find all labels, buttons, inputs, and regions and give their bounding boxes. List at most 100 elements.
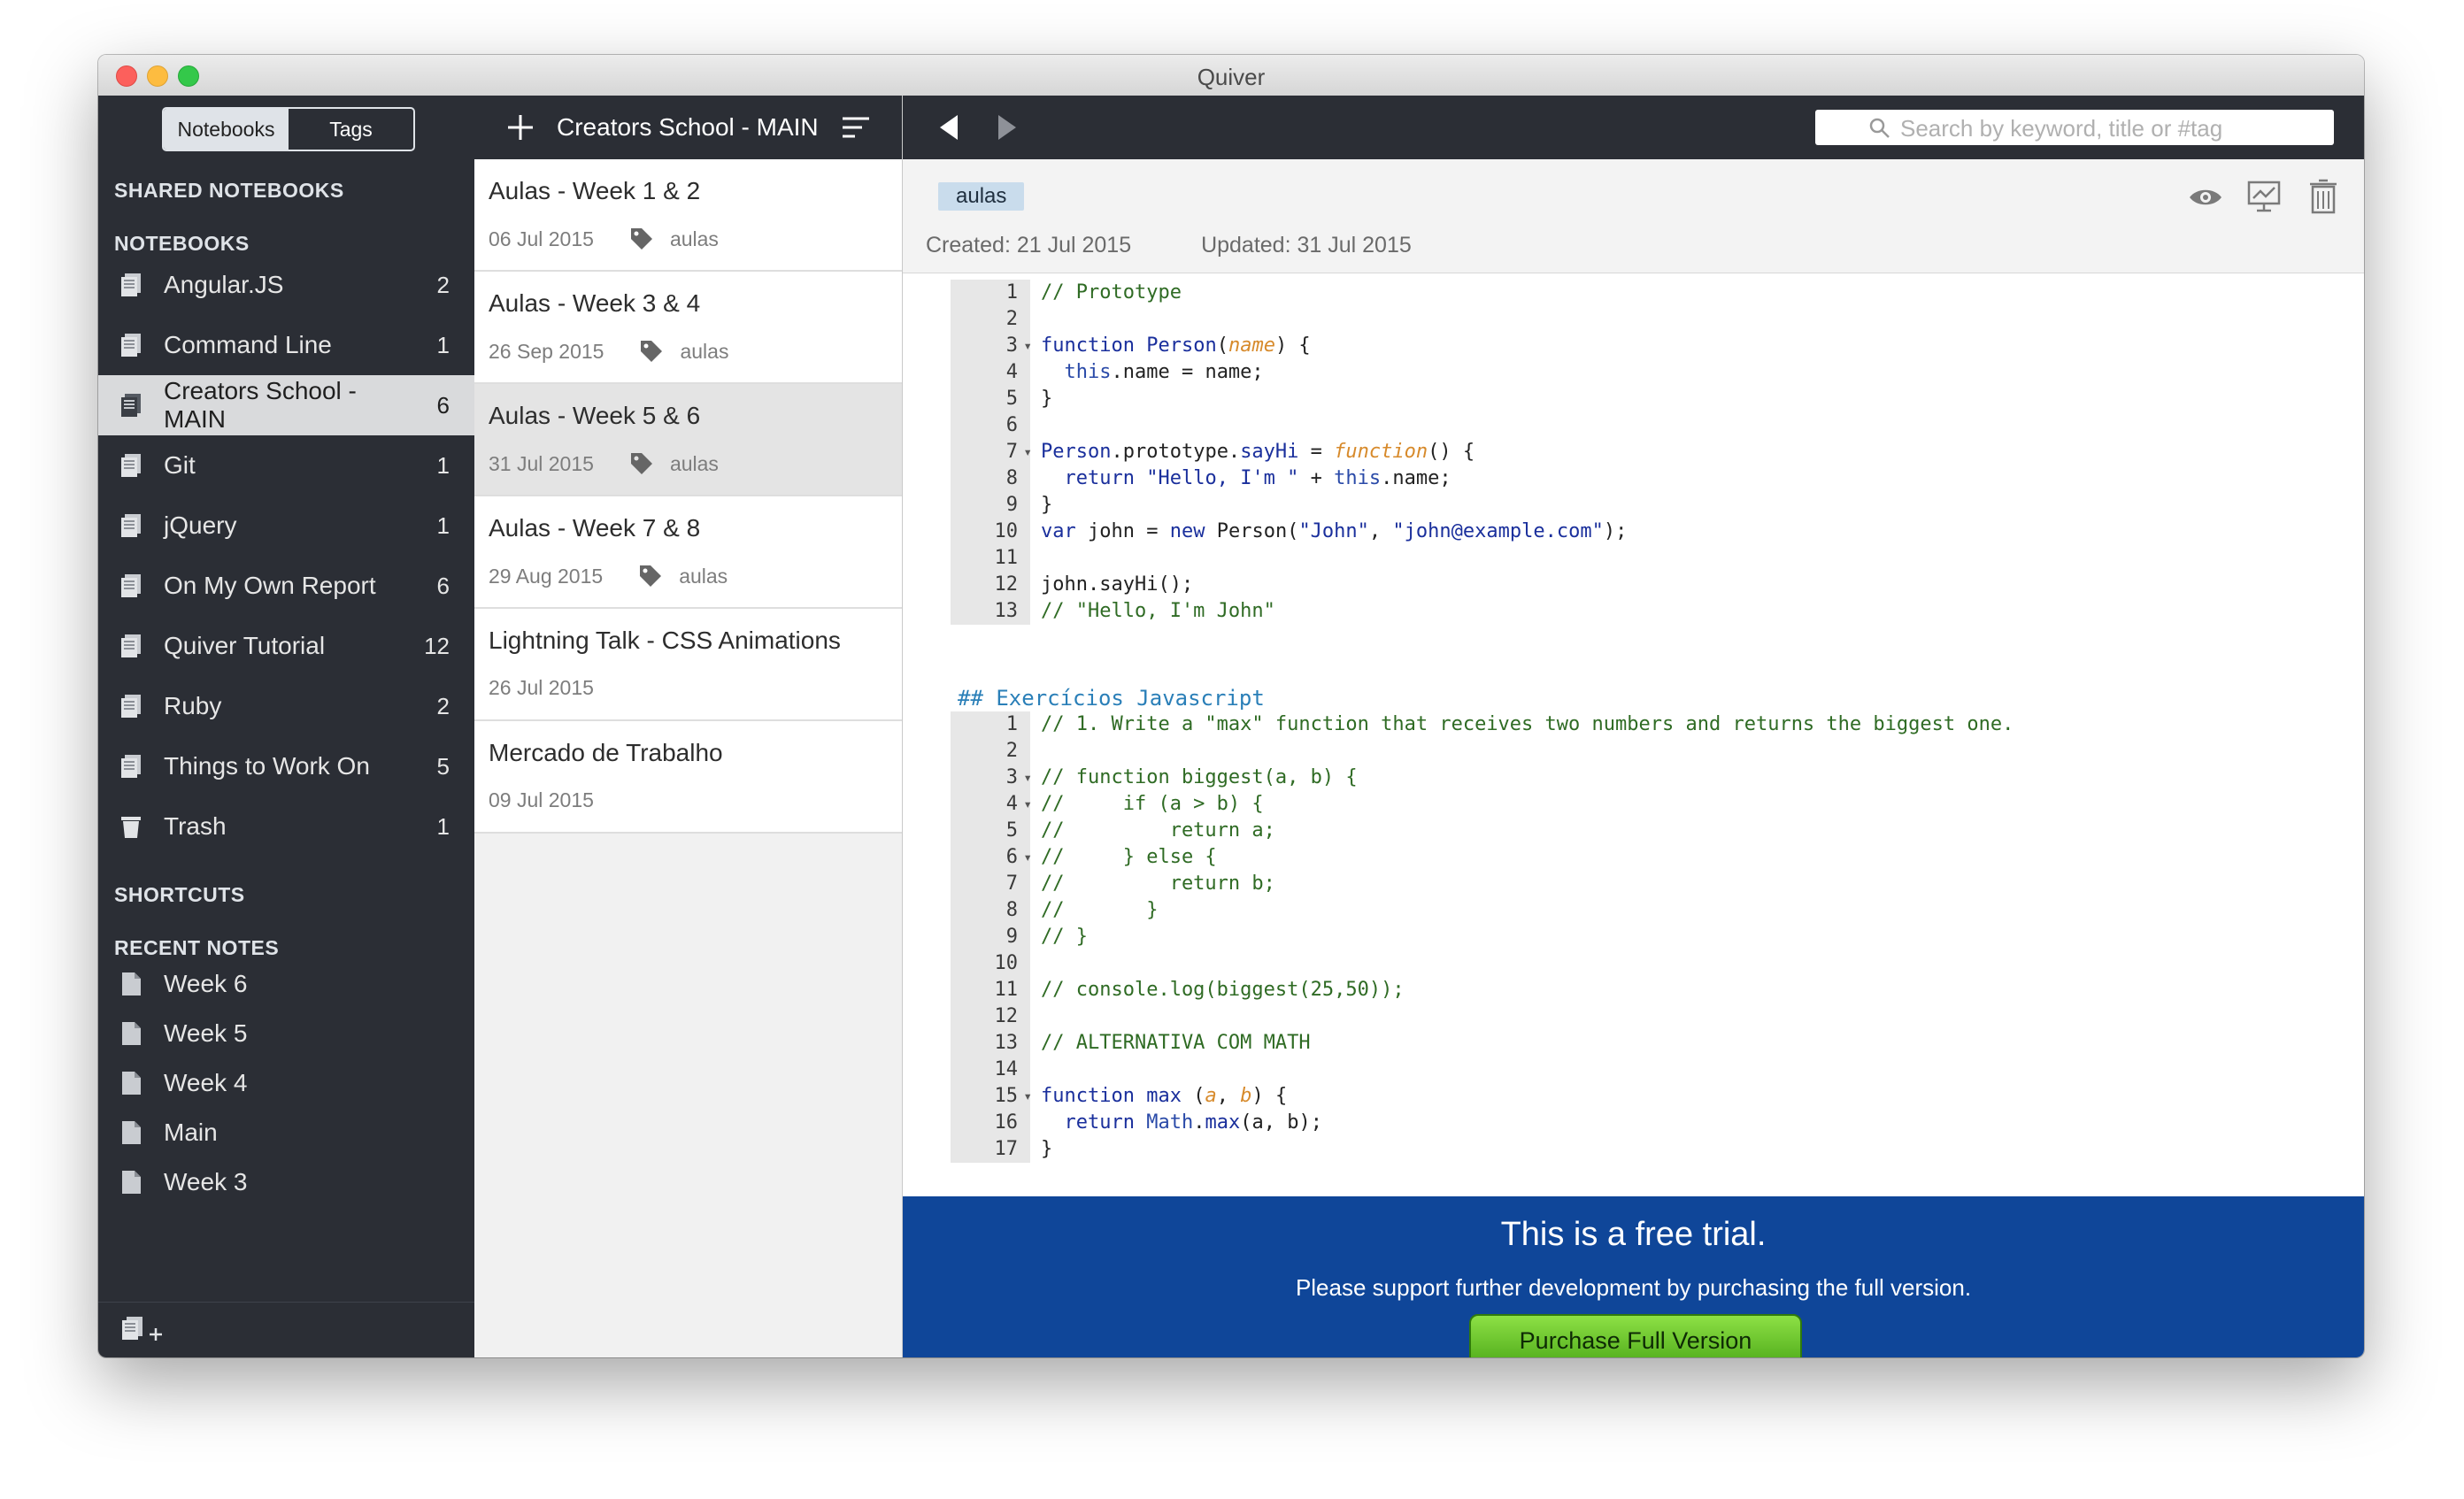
notebook-count: 6 bbox=[436, 572, 450, 599]
line-number: 5 bbox=[951, 386, 1030, 412]
line-number: 8 bbox=[951, 897, 1030, 924]
notebook-label: jQuery bbox=[164, 511, 237, 539]
notebook-item-command-line[interactable]: Command Line 1 bbox=[98, 315, 474, 375]
line-number: 8 bbox=[951, 465, 1030, 492]
forward-arrow-icon[interactable] bbox=[997, 113, 1018, 142]
notebook-icon bbox=[121, 394, 141, 417]
notebook-label: Quiver Tutorial bbox=[164, 632, 326, 659]
delete-trash-icon[interactable] bbox=[2308, 179, 2338, 214]
line-number: 3 bbox=[951, 765, 1032, 791]
recent-note-label: Week 4 bbox=[164, 1069, 248, 1096]
notebook-item-quiver-tutorial[interactable]: Quiver Tutorial 12 bbox=[98, 616, 474, 676]
code-line-text: // return b; bbox=[1041, 872, 1275, 895]
code-line-text: this.name = name; bbox=[1064, 361, 1264, 383]
preview-eye-icon[interactable] bbox=[2188, 186, 2223, 209]
markdown-heading[interactable]: ## Exercícios Javascript bbox=[958, 686, 1265, 711]
notebook-label: Creators School - MAIN bbox=[164, 377, 357, 433]
note-date: 26 Sep 2015 bbox=[489, 339, 604, 363]
note-date: 26 Jul 2015 bbox=[489, 676, 594, 699]
notebooks-tab[interactable]: Notebooks bbox=[164, 109, 289, 150]
note-date: 29 Aug 2015 bbox=[489, 564, 604, 588]
back-arrow-icon[interactable] bbox=[938, 113, 959, 142]
note-meta: 26 Jul 2015 bbox=[489, 676, 594, 700]
code-line-text: // function biggest(a, b) { bbox=[1041, 766, 1358, 788]
sort-icon[interactable] bbox=[841, 115, 871, 142]
line-number: 17 bbox=[951, 1136, 1030, 1163]
line-number: 4 bbox=[951, 791, 1032, 818]
note-title: Mercado de Trabalho bbox=[489, 739, 723, 766]
note-meta-bar: aulas Created: 21 Jul 2015 Updated: 31 J… bbox=[903, 159, 2364, 273]
notebook-item-on-my-own-report[interactable]: On My Own Report 6 bbox=[98, 556, 474, 616]
recent-note-item[interactable]: Week 3 bbox=[98, 1157, 474, 1207]
notes-list-header: Creators School - MAIN bbox=[474, 96, 902, 159]
code-line-text: function max (a, b) { bbox=[1041, 1085, 1288, 1107]
notebook-item-creators-school[interactable]: Creators School - MAIN 6 bbox=[98, 375, 474, 435]
tag-icon bbox=[630, 453, 652, 474]
notebook-item-things-to-work-on[interactable]: Things to Work On 5 bbox=[98, 736, 474, 796]
code-line-text: } bbox=[1041, 1138, 1053, 1160]
note-meta: 06 Jul 2015 aulas bbox=[489, 227, 719, 251]
notebook-item-git[interactable]: Git 1 bbox=[98, 435, 474, 496]
note-meta: 26 Sep 2015 aulas bbox=[489, 339, 728, 364]
note-item[interactable]: Mercado de Trabalho 09 Jul 2015 bbox=[474, 721, 902, 834]
tags-tab[interactable]: Tags bbox=[289, 109, 413, 150]
current-notebook-title: Creators School - MAIN bbox=[557, 113, 819, 141]
notebook-item-ruby[interactable]: Ruby 2 bbox=[98, 676, 474, 736]
notebooks-heading[interactable]: NOTEBOOKS bbox=[114, 232, 250, 256]
purchase-full-version-button[interactable]: Purchase Full Version bbox=[1469, 1314, 1802, 1357]
code-line-text: function Person(name) { bbox=[1041, 334, 1311, 357]
recent-note-item[interactable]: Main bbox=[98, 1108, 474, 1157]
recent-notes-heading[interactable]: RECENT NOTES bbox=[114, 936, 279, 960]
note-date: 09 Jul 2015 bbox=[489, 788, 594, 811]
note-item[interactable]: Lightning Talk - CSS Animations 26 Jul 2… bbox=[474, 609, 902, 721]
line-number: 14 bbox=[951, 1057, 1030, 1083]
line-number: 2 bbox=[951, 738, 1030, 765]
line-number: 1 bbox=[951, 711, 1030, 738]
presentation-icon[interactable] bbox=[2246, 179, 2282, 214]
notebook-count: 5 bbox=[436, 752, 450, 780]
note-icon bbox=[122, 1171, 141, 1194]
note-tag: aulas bbox=[669, 227, 719, 250]
line-number: 15 bbox=[951, 1083, 1032, 1110]
note-item-selected[interactable]: Aulas - Week 5 & 6 31 Jul 2015 aulas bbox=[474, 384, 902, 496]
note-tag-pill[interactable]: aulas bbox=[938, 182, 1025, 211]
note-item[interactable]: Aulas - Week 7 & 8 29 Aug 2015 aulas bbox=[474, 496, 902, 609]
notebook-icon bbox=[121, 574, 141, 597]
notebook-label: Ruby bbox=[164, 692, 222, 719]
search-input[interactable]: Search by keyword, title or #tag bbox=[1815, 110, 2334, 145]
code-line-text: // if (a > b) { bbox=[1041, 793, 1264, 815]
shared-notebooks-heading[interactable]: SHARED NOTEBOOKS bbox=[114, 179, 344, 203]
notebook-count: 2 bbox=[436, 692, 450, 719]
recent-note-item[interactable]: Week 4 bbox=[98, 1058, 474, 1108]
line-number: 9 bbox=[951, 492, 1030, 519]
notebook-item-angularjs[interactable]: Angular.JS 2 bbox=[98, 255, 474, 315]
line-number: 2 bbox=[951, 306, 1030, 333]
notebook-item-trash[interactable]: Trash 1 bbox=[98, 796, 474, 857]
code-line-text: // "Hello, I'm John" bbox=[1041, 600, 1275, 622]
notebook-icon bbox=[121, 634, 141, 657]
recent-note-label: Week 5 bbox=[164, 1019, 248, 1047]
line-number: 9 bbox=[951, 924, 1030, 950]
search-icon bbox=[1869, 118, 1890, 138]
code-cell-1[interactable]: 1 // Prototype 2 3 function Person(name) {… bbox=[951, 280, 1627, 625]
note-item[interactable]: Aulas - Week 3 & 4 26 Sep 2015 aulas bbox=[474, 272, 902, 384]
note-title: Aulas - Week 3 & 4 bbox=[489, 289, 701, 317]
shortcuts-heading[interactable]: SHORTCUTS bbox=[114, 883, 245, 907]
line-number: 6 bbox=[951, 844, 1032, 871]
add-notebook-icon[interactable] bbox=[119, 1315, 167, 1345]
notebook-count: 1 bbox=[436, 812, 450, 840]
recent-note-item[interactable]: Week 5 bbox=[98, 1009, 474, 1058]
notebook-count: 6 bbox=[436, 391, 450, 419]
notebook-count: 1 bbox=[436, 511, 450, 539]
new-note-icon[interactable] bbox=[504, 111, 536, 143]
code-cell-2[interactable]: 1 // 1. Write a "max" function that recei… bbox=[951, 711, 2014, 1163]
note-icon bbox=[122, 1072, 141, 1095]
recent-note-item[interactable]: Week 6 bbox=[98, 959, 474, 1009]
tag-icon bbox=[630, 228, 652, 250]
notebook-item-jquery[interactable]: jQuery 1 bbox=[98, 496, 474, 556]
note-item[interactable]: Aulas - Week 1 & 2 06 Jul 2015 aulas bbox=[474, 159, 902, 272]
note-date: 31 Jul 2015 bbox=[489, 451, 594, 475]
